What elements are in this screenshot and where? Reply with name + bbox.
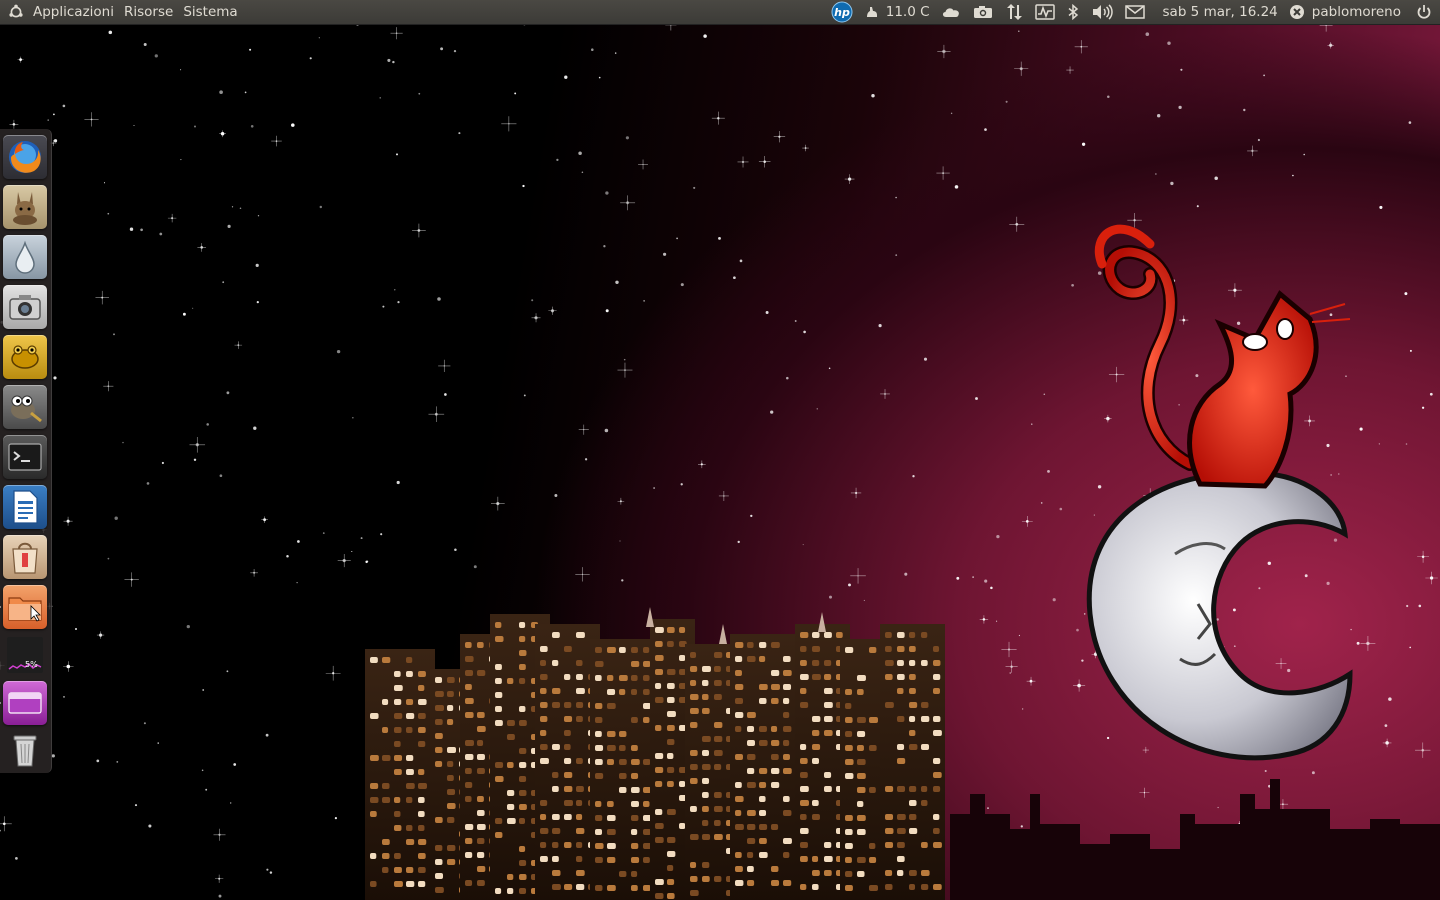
power-icon[interactable] — [1406, 0, 1440, 24]
camera-icon — [9, 295, 41, 320]
indicator-area: hp 11.0 C sab 5 mar, 16.24 pablomoreno — [825, 0, 1440, 24]
ubuntu-logo-icon[interactable] — [4, 0, 28, 24]
launcher-item-gimp[interactable] — [3, 385, 47, 429]
launcher-item-media[interactable] — [3, 681, 47, 725]
hp-icon[interactable]: hp — [825, 0, 859, 24]
launcher-item-amule[interactable] — [3, 185, 47, 229]
cat-on-moon-art — [1086, 224, 1353, 761]
menu-applicazioni[interactable]: Applicazioni — [28, 0, 119, 24]
drop-icon — [15, 240, 35, 274]
launcher-item-software-center[interactable] — [3, 535, 47, 579]
writer-icon — [13, 490, 38, 524]
desktop-wallpaper — [0, 24, 1440, 900]
menu-bar: Applicazioni Risorse Sistema — [0, 0, 243, 24]
terminal-icon — [8, 443, 42, 471]
rooftop-silhouettes — [950, 779, 1440, 900]
cpu-percent-label: 5% — [25, 660, 38, 669]
software-center-icon — [12, 542, 38, 574]
running-indicator — [0, 603, 1, 611]
launcher-item-screenshot[interactable] — [3, 285, 47, 329]
trash-icon — [13, 735, 37, 767]
media-icon — [8, 692, 42, 714]
amule-icon — [13, 192, 37, 225]
cloud-icon[interactable] — [935, 0, 967, 24]
launcher-item-files[interactable] — [3, 585, 47, 629]
network-icon[interactable] — [999, 0, 1029, 24]
bluetooth-icon[interactable] — [1061, 0, 1085, 24]
svg-text:hp: hp — [834, 6, 850, 19]
launcher-item-terminal[interactable] — [3, 435, 47, 479]
launcher-item-writer[interactable] — [3, 485, 47, 529]
running-indicator — [0, 699, 1, 707]
launcher-item-firefox[interactable] — [3, 135, 47, 179]
user-status-icon[interactable] — [1283, 0, 1307, 24]
user-name[interactable]: pablomoreno — [1307, 0, 1406, 24]
unity-launcher: 5% — [0, 129, 52, 773]
volume-icon[interactable] — [1085, 0, 1119, 24]
camera-icon[interactable] — [967, 0, 999, 24]
frog-icon — [11, 345, 39, 369]
weather-icon[interactable] — [859, 0, 881, 24]
folder-icon — [8, 597, 42, 622]
firefox-icon — [9, 141, 41, 173]
launcher-item-system-monitor[interactable]: 5% — [3, 635, 47, 675]
menu-risorse[interactable]: Risorse — [119, 0, 178, 24]
clock-datetime[interactable]: sab 5 mar, 16.24 — [1151, 0, 1283, 24]
launcher-item-trash[interactable] — [3, 727, 47, 771]
menu-sistema[interactable]: Sistema — [178, 0, 242, 24]
top-panel: Applicazioni Risorse Sistema hp 11.0 C s… — [0, 0, 1440, 24]
system-monitor-icon[interactable] — [1029, 0, 1061, 24]
launcher-item-drop[interactable] — [3, 235, 47, 279]
mail-icon[interactable] — [1119, 0, 1151, 24]
cpu-monitor-icon — [7, 637, 43, 673]
launcher-item-frog[interactable] — [3, 335, 47, 379]
weather-temperature[interactable]: 11.0 C — [881, 0, 935, 24]
gimp-icon — [11, 395, 42, 423]
